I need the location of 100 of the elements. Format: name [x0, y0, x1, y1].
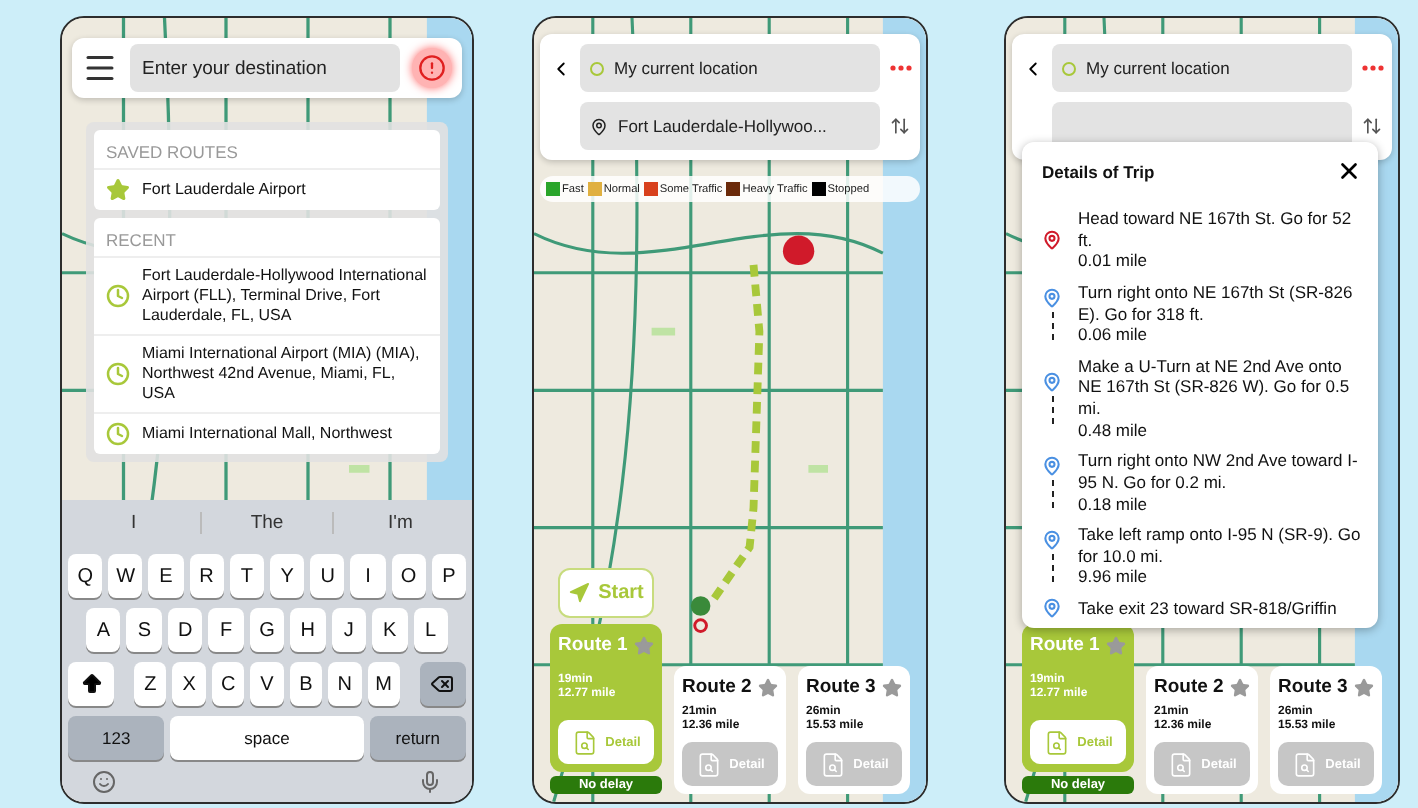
pin-icon	[1042, 287, 1062, 308]
letter-key[interactable]: P	[431, 554, 467, 598]
letter-key[interactable]: A	[86, 608, 121, 652]
document-search-icon	[1043, 729, 1070, 755]
letter-key[interactable]: X	[172, 662, 206, 706]
ring-icon	[590, 61, 604, 75]
origin-field[interactable]: My current location	[1052, 44, 1352, 92]
clock-icon	[106, 284, 130, 308]
numbers-key[interactable]: 123	[68, 716, 165, 760]
step-instruction: Make a U-Turn at NE 2nd Ave onto NE 167th St (SR-826 W). Go for 0.5 mi.	[1078, 355, 1352, 420]
backspace-icon	[430, 672, 455, 696]
word-suggestion[interactable]: I'm	[332, 511, 467, 533]
shift-key[interactable]	[68, 662, 114, 706]
route-name: Route 3	[806, 676, 876, 698]
destination-field[interactable]: Fort Lauderdale-Hollywoo...	[580, 102, 880, 150]
route-name: Route 2	[1154, 676, 1224, 698]
place-name: Fort Lauderdale-Hollywood International Airport (FLL), Terminal Drive, Fort Lauderdale, FL, USA	[142, 266, 428, 326]
step-instruction: Turn right onto NW 2nd Ave toward I-95 N. Go for 0.2 mi.	[1078, 450, 1360, 493]
letter-key[interactable]: W	[108, 554, 143, 598]
pin-icon	[1042, 530, 1062, 551]
clock-icon	[106, 362, 130, 386]
star-icon	[106, 178, 130, 202]
step-instruction: Turn right onto NE 167th St (SR-826 E). Go for 318 ft.	[1078, 281, 1355, 325]
menu-icon[interactable]	[82, 50, 118, 86]
place-name: Miami International Airport (MIA) (MIA), Northwest 42nd Avenue, Miami, FL, USA	[142, 344, 422, 404]
star-icon[interactable]	[1106, 635, 1126, 655]
section-heading: RECENT	[104, 228, 178, 254]
letter-key[interactable]: J	[331, 608, 367, 652]
star-icon[interactable]	[634, 635, 654, 655]
letter-key[interactable]: R	[189, 554, 224, 598]
letter-key[interactable]: G	[249, 608, 285, 652]
letter-key[interactable]: S	[126, 608, 162, 652]
place-name: Fort Lauderdale Airport	[142, 180, 306, 200]
pin-icon	[1042, 372, 1062, 392]
document-search-icon	[819, 751, 846, 777]
step-distance: 0.48 mile	[1078, 419, 1149, 441]
backspace-key[interactable]	[419, 662, 466, 706]
letter-key[interactable]: C	[211, 662, 245, 706]
route-name: Route 1	[558, 634, 628, 656]
dialog-title: Details of Trip	[1042, 161, 1155, 181]
star-icon[interactable]	[1354, 677, 1374, 697]
step-distance: 0.18 mile	[1078, 493, 1149, 515]
pin-icon	[1042, 598, 1062, 619]
space-key[interactable]: space	[170, 716, 364, 760]
section-heading: SAVED ROUTES	[104, 140, 240, 166]
letter-key[interactable]: H	[290, 608, 326, 652]
letter-key[interactable]: B	[289, 662, 323, 706]
alert-button[interactable]	[412, 48, 452, 88]
letter-key[interactable]: U	[310, 554, 345, 598]
star-icon[interactable]	[758, 677, 778, 697]
route-name: Route 1	[1030, 634, 1100, 656]
letter-key[interactable]: Z	[134, 662, 167, 706]
swap-icon[interactable]	[890, 116, 910, 136]
close-icon[interactable]	[1336, 158, 1362, 184]
step-instruction: Head toward NE 167th St. Go for 52 ft.	[1078, 208, 1354, 251]
letter-key[interactable]: D	[167, 608, 203, 652]
word-suggestion[interactable]: I	[68, 511, 200, 533]
recent-item[interactable]: Miami International Mall, Northwest	[94, 412, 440, 454]
swap-icon[interactable]	[1362, 116, 1382, 136]
route-name: Route 2	[682, 676, 752, 698]
route-name: Route 3	[1278, 676, 1348, 698]
letter-key[interactable]: O	[391, 554, 426, 598]
letter-key[interactable]: N	[328, 662, 362, 706]
step-instruction: Take exit 23 toward SR-818/Griffin	[1078, 598, 1337, 620]
letter-key[interactable]: M	[367, 662, 400, 706]
letter-key[interactable]: Q	[68, 554, 103, 598]
document-search-icon	[1291, 751, 1318, 777]
more-icon[interactable]	[889, 64, 911, 72]
letter-key[interactable]: E	[148, 554, 184, 598]
emoji-icon[interactable]	[92, 770, 116, 794]
document-search-icon	[571, 729, 598, 755]
word-suggestion[interactable]: The	[199, 511, 333, 533]
place-name: Miami International Mall, Northwest	[142, 424, 392, 444]
letter-key[interactable]: F	[208, 608, 244, 652]
ring-icon	[1062, 61, 1076, 75]
return-key[interactable]: return	[369, 716, 466, 760]
document-search-icon	[1167, 751, 1194, 777]
shift-icon	[79, 672, 103, 696]
star-icon[interactable]	[1230, 677, 1250, 697]
recent-item[interactable]: Miami International Airport (MIA) (MIA), Northwest 42nd Avenue, Miami, FL, USA	[94, 334, 440, 412]
saved-route-item[interactable]: Fort Lauderdale Airport	[94, 168, 440, 210]
pin-icon	[1042, 229, 1062, 250]
step-distance: 0.01 mile	[1078, 250, 1149, 272]
pin-icon	[1042, 456, 1062, 477]
letter-key[interactable]: L	[413, 608, 448, 652]
document-search-icon	[695, 751, 722, 777]
pin-icon	[590, 117, 608, 135]
step-distance: 9.96 mile	[1078, 566, 1149, 588]
letter-key[interactable]: Y	[270, 554, 305, 598]
recent-item[interactable]: Fort Lauderdale-Hollywood International Airport (FLL), Terminal Drive, Fort Lauderdale, FL, USA	[94, 256, 440, 334]
letter-key[interactable]: V	[250, 662, 284, 706]
more-icon[interactable]	[1361, 64, 1383, 72]
step-distance: 0.06 mile	[1078, 324, 1149, 346]
microphone-icon[interactable]	[418, 770, 442, 794]
letter-key[interactable]: I	[350, 554, 386, 598]
origin-field[interactable]: My current location	[580, 44, 880, 92]
letter-key[interactable]: K	[372, 608, 407, 652]
destination-field[interactable]: Enter your destination	[130, 44, 400, 92]
star-icon[interactable]	[882, 677, 902, 697]
letter-key[interactable]: T	[229, 554, 265, 598]
